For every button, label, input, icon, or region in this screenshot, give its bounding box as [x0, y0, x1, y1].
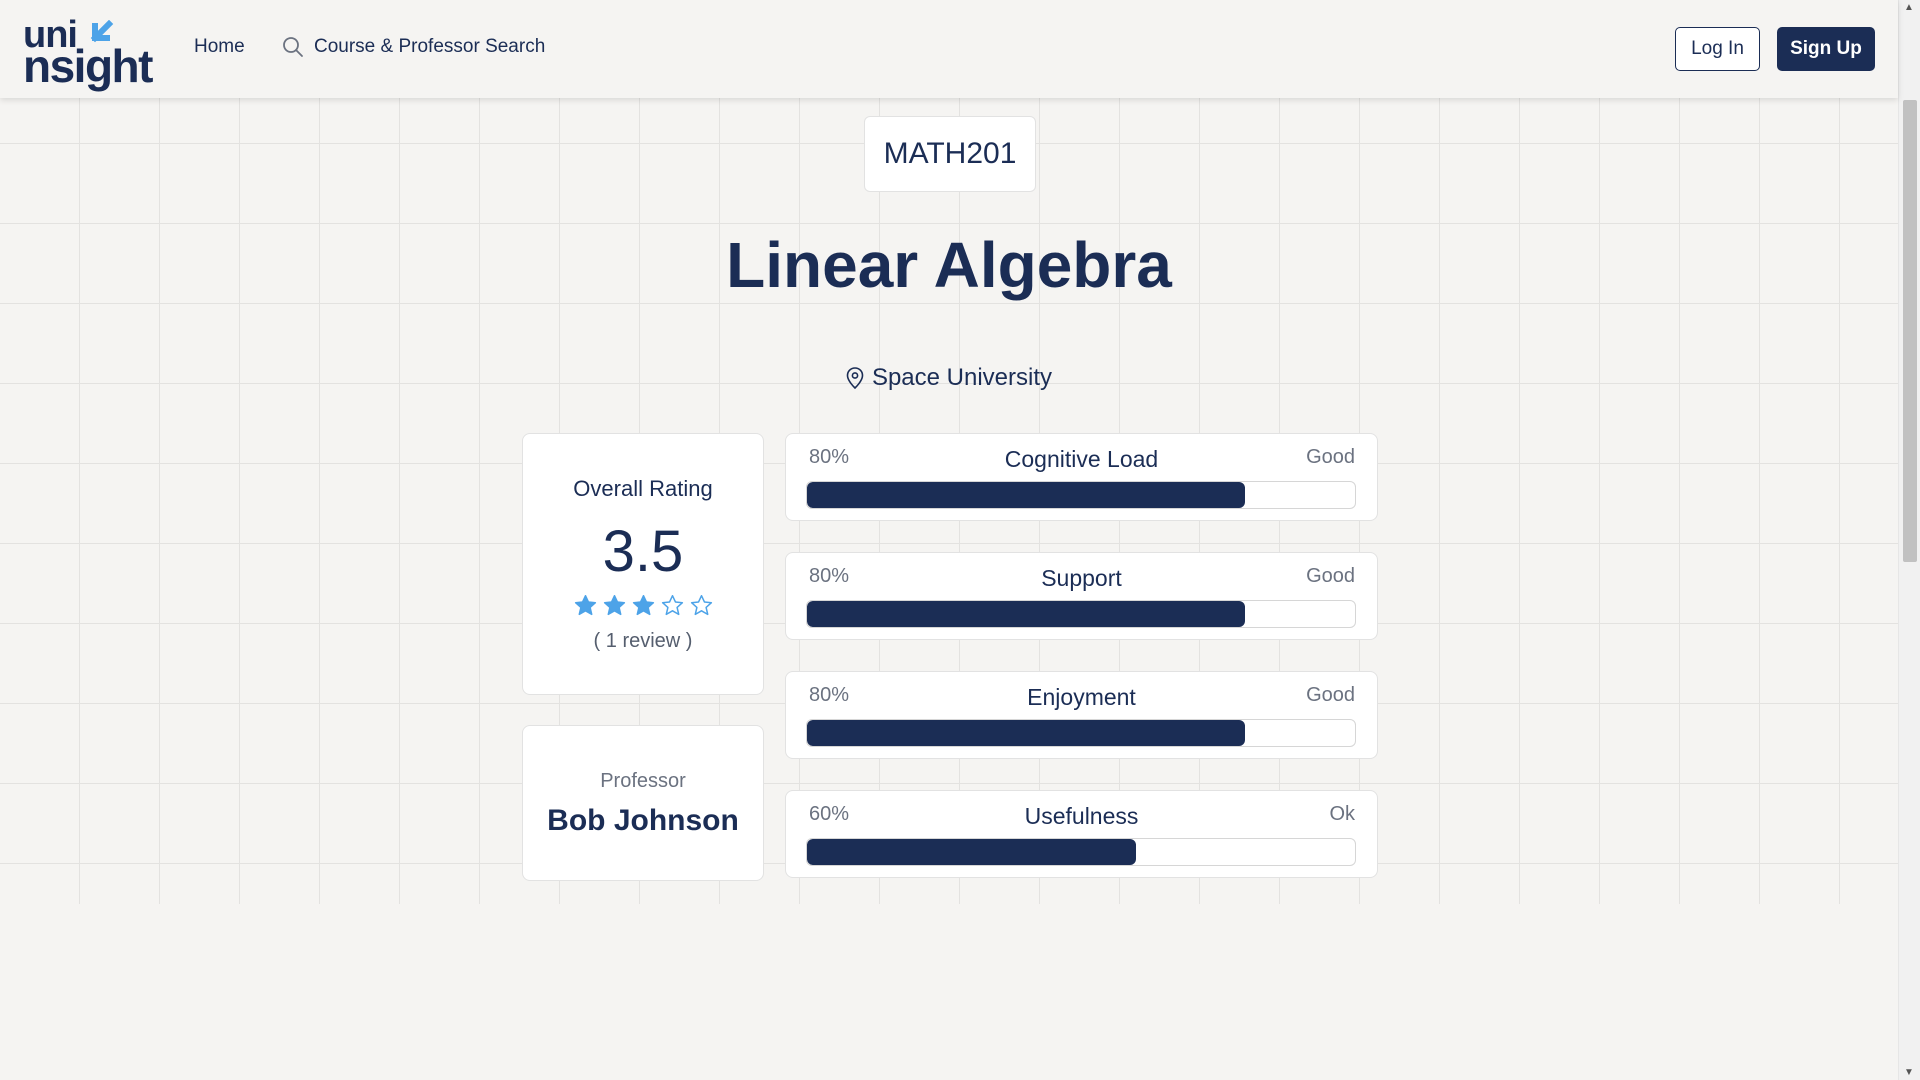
nav-home-link[interactable]: Home [194, 36, 245, 58]
professor-label: Professor [600, 770, 686, 792]
overall-rating-label: Overall Rating [573, 476, 713, 501]
uninsight-logo[interactable]: uni nsight [23, 16, 168, 92]
metric-card-enjoyment: 80% Enjoyment Good [785, 671, 1378, 759]
metric-verdict: Good [1306, 565, 1355, 587]
star-empty-icon [690, 594, 712, 616]
metric-progress-fill [807, 601, 1246, 627]
location-pin-icon [846, 367, 864, 389]
overall-rating-card: Overall Rating 3.5 ( 1 review ) [522, 433, 764, 695]
metric-progress-track [806, 719, 1356, 747]
professor-card[interactable]: Professor Bob Johnson [522, 725, 764, 881]
review-count: ( 1 review ) [593, 630, 693, 652]
page: uni nsight Home Course & Professor Searc… [0, 0, 1920, 1080]
metric-verdict: Ok [1329, 803, 1355, 825]
search-icon [283, 37, 303, 57]
metric-progress-fill [807, 482, 1246, 508]
star-filled-icon [632, 594, 654, 616]
page-scrollbar[interactable]: ▲ ▼ [1898, 0, 1920, 1080]
signup-button[interactable]: Sign Up [1777, 27, 1875, 71]
nav-search-link[interactable]: Course & Professor Search [282, 36, 545, 58]
metric-card-usefulness: 60% Usefulness Ok [785, 790, 1378, 878]
university-info: Space University [0, 364, 1898, 392]
metric-name: Usefulness [1024, 803, 1139, 829]
nav-search-label: Course & Professor Search [314, 36, 546, 57]
star-filled-icon [574, 594, 596, 616]
metric-verdict: Good [1306, 446, 1355, 468]
metric-progress-fill [807, 839, 1136, 865]
top-navbar: uni nsight Home Course & Professor Searc… [0, 0, 1898, 98]
university-name: Space University [871, 364, 1053, 391]
course-code-badge: MATH201 [864, 116, 1036, 192]
metric-verdict: Good [1306, 684, 1355, 706]
star-filled-icon [603, 594, 625, 616]
logo-text-bottom: nsight [23, 40, 153, 92]
scrollbar-thumb[interactable] [1903, 100, 1917, 562]
professor-name: Bob Johnson [547, 804, 739, 837]
course-title: Linear Algebra [726, 229, 1172, 301]
star-empty-icon [661, 594, 683, 616]
metric-progress-track [806, 481, 1356, 509]
logo-arrow-icon [90, 20, 114, 43]
metric-card-cognitive-load: 80% Cognitive Load Good [785, 433, 1378, 521]
star-rating [523, 594, 763, 617]
login-button[interactable]: Log In [1675, 27, 1760, 71]
scroll-down-arrow-icon[interactable]: ▼ [1904, 1067, 1914, 1078]
metric-progress-track [806, 838, 1356, 866]
metric-name: Cognitive Load [1004, 446, 1159, 472]
metric-card-support: 80% Support Good [785, 552, 1378, 640]
scroll-up-arrow-icon[interactable]: ▲ [1904, 2, 1914, 13]
metric-name: Support [1041, 565, 1122, 591]
metric-progress-track [806, 600, 1356, 628]
overall-rating-score: 3.5 [602, 519, 684, 584]
metric-name: Enjoyment [1027, 684, 1136, 710]
metric-progress-fill [807, 720, 1246, 746]
